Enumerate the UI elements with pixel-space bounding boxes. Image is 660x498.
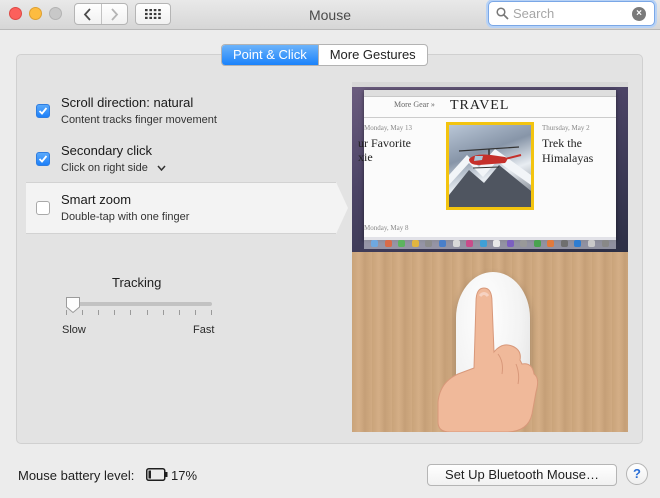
gesture-preview-video: More Gear » TRAVEL Monday, May 13 ur Fav… <box>352 82 628 432</box>
slider-tick <box>82 310 84 315</box>
help-button[interactable]: ? <box>626 463 648 485</box>
option-subtitle: Content tracks finger movement <box>61 114 217 126</box>
tracking-slider-knob[interactable] <box>65 296 81 314</box>
preview-section-title: TRAVEL <box>450 98 510 113</box>
clear-search-icon[interactable]: × <box>632 7 646 21</box>
option-smart-zoom[interactable]: Smart zoom Double-tap with one finger <box>26 182 348 234</box>
option-title: Secondary click <box>61 143 153 158</box>
checkmark-icon <box>38 107 48 115</box>
secondary-click-mode-popup[interactable]: Click on right side <box>61 162 166 174</box>
chevron-left-icon <box>84 7 91 21</box>
preview-web-page: More Gear » TRAVEL Monday, May 13 ur Fav… <box>358 98 616 240</box>
slider-tick <box>146 310 148 315</box>
preview-desktop: More Gear » TRAVEL Monday, May 13 ur Fav… <box>352 82 628 252</box>
smart-zoom-checkbox[interactable] <box>36 201 50 215</box>
navigation-buttons <box>74 3 128 25</box>
divider <box>364 117 616 118</box>
grid-icon <box>145 9 161 19</box>
tracking-min-label: Slow <box>62 324 86 336</box>
search-input[interactable] <box>513 5 623 22</box>
selection-pointer <box>336 182 348 234</box>
tab-more-gestures[interactable]: More Gestures <box>317 45 427 65</box>
preview-headline: Trek the Himalayas <box>542 136 594 165</box>
tracking-slider-track[interactable] <box>66 302 212 306</box>
preview-date: Monday, May 13 <box>364 124 412 132</box>
window-title: Mouse <box>308 7 352 23</box>
option-secondary-click[interactable]: Secondary click Click on right side <box>26 134 336 186</box>
preview-browser-window: More Gear » TRAVEL Monday, May 13 ur Fav… <box>358 90 616 240</box>
preview-menu-bar <box>352 82 628 87</box>
battery-level-label: Mouse battery level: <box>18 468 135 483</box>
chevron-right-icon <box>111 7 118 21</box>
tab-bar: Point & Click More Gestures <box>221 44 428 66</box>
option-title: Scroll direction: natural <box>61 95 194 110</box>
preview-headline: ur Favorite xie <box>358 136 411 164</box>
battery-percentage: 17% <box>171 468 198 483</box>
slider-tick <box>211 310 212 315</box>
battery-icon <box>146 468 168 481</box>
tracking-max-label: Fast <box>193 324 215 336</box>
minimize-window-button[interactable] <box>29 7 42 20</box>
chevron-down-icon <box>157 165 166 172</box>
search-field[interactable]: × <box>488 1 655 26</box>
preview-more-link: More Gear » <box>394 100 435 109</box>
option-title: Smart zoom <box>61 192 132 207</box>
slider-tick <box>114 310 116 315</box>
show-all-button[interactable] <box>135 3 171 25</box>
helicopter-icon <box>449 146 531 207</box>
tracking-label: Tracking <box>112 275 162 290</box>
option-subtitle: Click on right side <box>61 162 148 174</box>
slider-tick <box>98 310 100 315</box>
zoom-window-button[interactable] <box>49 7 62 20</box>
search-icon <box>496 7 509 20</box>
checkmark-icon <box>38 155 48 163</box>
forward-button[interactable] <box>100 4 128 24</box>
tracking-slider-ticks <box>66 310 212 316</box>
slider-tick <box>178 310 180 315</box>
slider-tick <box>162 310 164 315</box>
title-bar: Mouse × <box>0 0 660 30</box>
back-button[interactable] <box>75 4 101 24</box>
secondary-click-checkbox[interactable] <box>36 152 50 166</box>
preview-date: Thursday, May 2 <box>542 124 590 132</box>
hand-icon <box>437 287 539 432</box>
close-window-button[interactable] <box>9 7 22 20</box>
slider-tick <box>194 310 196 315</box>
option-scroll-direction[interactable]: Scroll direction: natural Content tracks… <box>26 86 336 138</box>
scroll-direction-checkbox[interactable] <box>36 104 50 118</box>
preview-date: Monday, May 8 <box>364 224 409 232</box>
helicopter-photo <box>446 122 534 210</box>
tab-point-and-click[interactable]: Point & Click <box>222 45 318 65</box>
option-subtitle: Double-tap with one finger <box>61 211 190 223</box>
slider-tick <box>130 310 132 315</box>
set-up-bluetooth-mouse-button[interactable]: Set Up Bluetooth Mouse… <box>427 464 617 486</box>
preview-dock <box>364 237 616 249</box>
preview-browser-toolbar <box>364 90 616 97</box>
